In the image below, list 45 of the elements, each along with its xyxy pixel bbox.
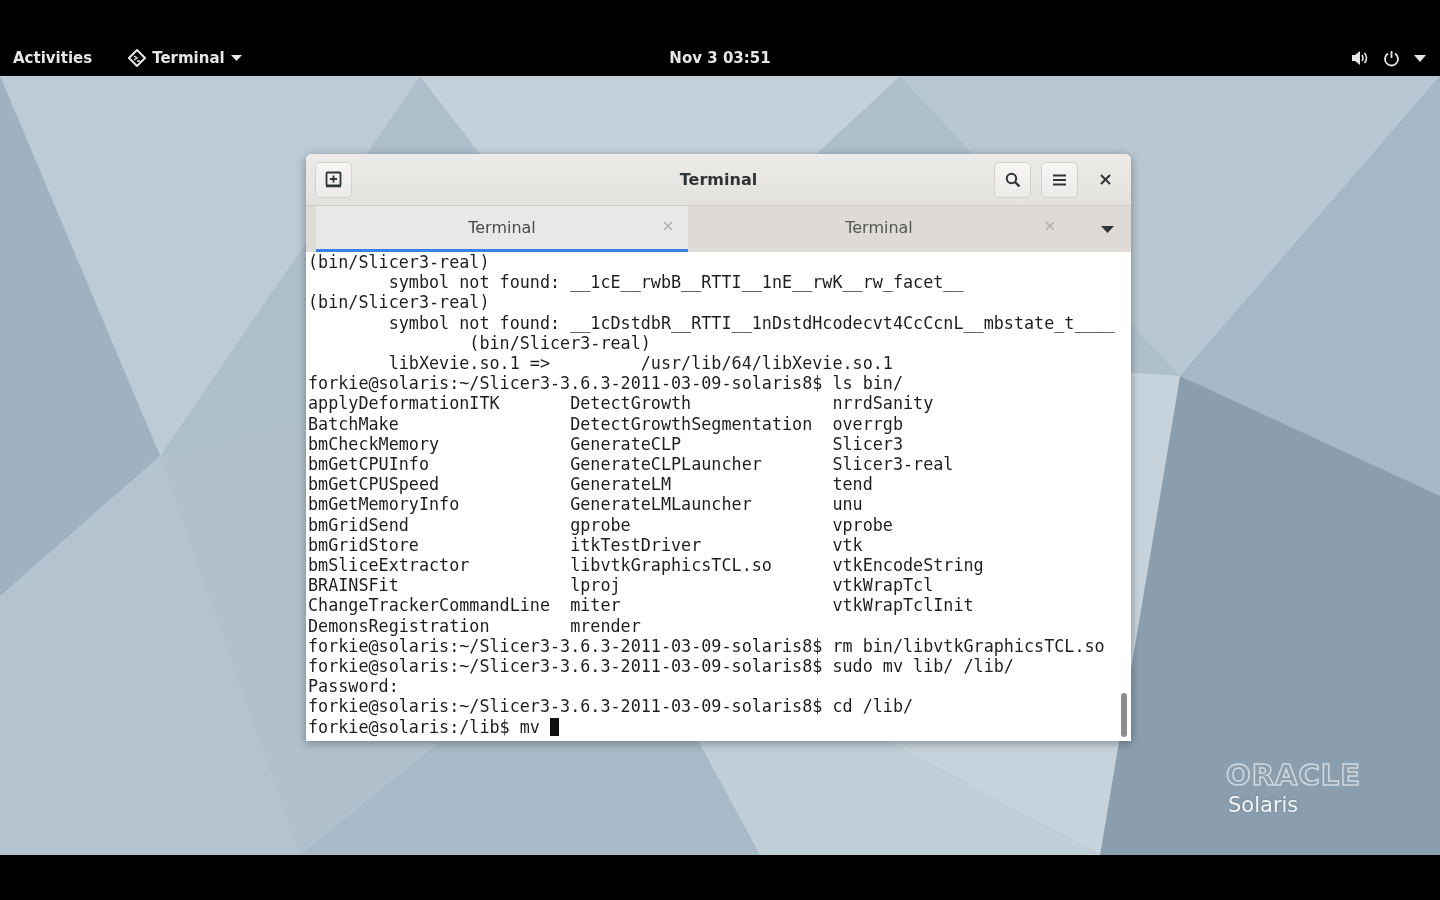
terminal-line: libXevie.so.1 => /usr/lib/64/libXevie.so.1 <box>387 353 893 374</box>
terminal-line: symbol not found: __1cE__rwbB__RTTI__1nE__rwK__rw_facet__ <box>387 272 964 293</box>
terminal-line: symbol not found: __1cDstdbR__RTTI__1nDstdHcodecvt4CcCcnL__mbstate_t____ <box>387 312 1115 333</box>
terminal-line: DemonsRegistration mrender <box>308 615 641 636</box>
terminal-app-icon <box>128 49 147 67</box>
terminal-line: bmGridStore itkTestDriver vtk <box>308 534 863 556</box>
terminal-line: forkie@solaris:~/Slicer3-3.6.3-2011-03-09-solaris8$ ls bin/ <box>308 373 903 394</box>
terminal-line: forkie@solaris:~/Slicer3-3.6.3-2011-03-09-solaris8$ rm bin/libvtkGraphicsTCL.so <box>308 635 1105 657</box>
terminal-line: bmGetCPUSpeed GenerateLM tend <box>308 474 873 495</box>
terminal-line: (bin/Slicer3-real) <box>468 332 651 353</box>
menu-button[interactable] <box>1041 161 1078 198</box>
terminal-line: (bin/Slicer3-real) <box>308 252 490 273</box>
terminal-line: bmGetMemoryInfo GenerateLMLauncher unu <box>308 494 863 515</box>
wallpaper-logo: ORACLE <box>1226 758 1361 792</box>
terminal-line: bmSliceExtractor libvtkGraphicsTCL.so vtkEncodeString <box>308 555 984 576</box>
terminal-line: ChangeTrackerCommandLine miter vtkWrapTclInit <box>308 595 974 616</box>
text-cursor <box>549 717 559 736</box>
terminal-line: forkie@solaris:~/Slicer3-3.6.3-2011-03-09-solaris8$ sudo mv lib/ /lib/ <box>308 656 1014 677</box>
terminal-line: bmGridSend gprobe vprobe <box>308 514 893 535</box>
terminal-line: Password: <box>308 676 399 697</box>
new-tab-icon <box>325 171 342 188</box>
search-icon <box>1004 171 1021 188</box>
volume-icon[interactable] <box>1351 50 1369 66</box>
terminal-line: bmCheckMemory GenerateCLP Slicer3 <box>308 433 903 455</box>
window-title: Terminal <box>679 170 758 189</box>
power-icon[interactable] <box>1383 49 1400 67</box>
terminal-line: bmGetCPUInfo GenerateCLPLauncher Slicer3-real <box>308 454 954 475</box>
close-icon <box>1100 174 1111 185</box>
terminal-line: BatchMake DetectGrowthSegmentation overrgb <box>308 413 903 434</box>
clock[interactable]: Nov 3 03:51 <box>669 49 771 67</box>
menu-icon <box>1053 173 1066 186</box>
tab[interactable]: Terminal <box>316 206 688 252</box>
new-tab-button[interactable] <box>315 161 352 198</box>
app-menu[interactable]: Terminal <box>128 49 242 67</box>
caret-icon <box>230 55 242 61</box>
terminal-line: forkie@solaris:~/Slicer3-3.6.3-2011-03-09-solaris8$ cd /lib/ <box>308 696 914 717</box>
wallpaper-logo-subtitle: Solaris <box>1228 792 1300 818</box>
terminal-line: BRAINSFit lproj vtkWrapTcl <box>308 575 934 596</box>
terminal-line: forkie@solaris:/lib$ mv <box>308 716 540 737</box>
caret-icon[interactable] <box>1101 225 1114 233</box>
caret-icon[interactable] <box>1414 54 1426 62</box>
search-button[interactable] <box>994 161 1031 198</box>
terminal-line: (bin/Slicer3-real) <box>308 292 490 313</box>
terminal-line: applyDeformationITK DetectGrowth nrrdSanity <box>308 393 934 414</box>
activities-button[interactable]: Activities <box>13 49 93 67</box>
